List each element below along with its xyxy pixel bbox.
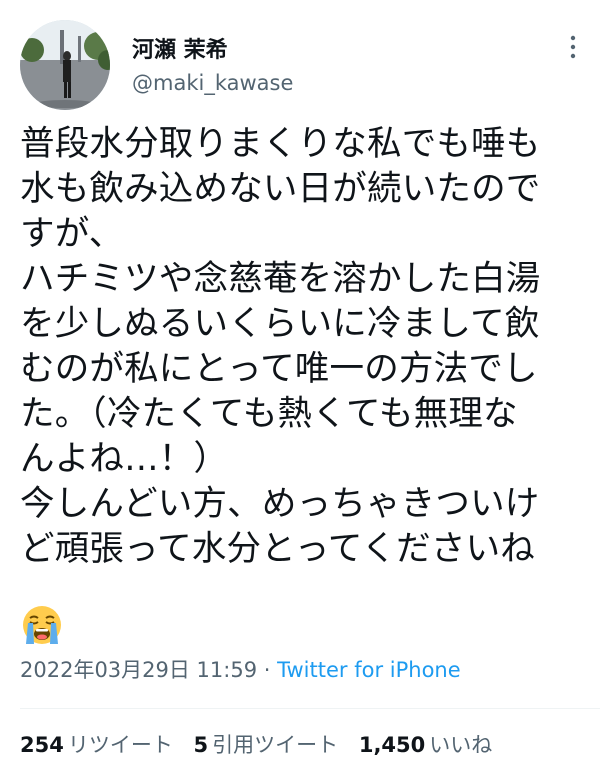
quotes-stat[interactable]: 5 引用ツイート bbox=[194, 729, 339, 759]
tweet-line: 水も飲み込めない日が続いたので bbox=[20, 169, 541, 209]
more-options-icon[interactable] bbox=[562, 32, 584, 62]
source-link[interactable]: Twitter for iPhone bbox=[277, 658, 461, 682]
tweet-line: を少しぬるいくらいに冷まして飲 bbox=[20, 304, 540, 344]
tweet-line: ど頑張って水分とってくださいね bbox=[20, 529, 535, 569]
meta-separator: · bbox=[263, 658, 271, 682]
tweet-stats: 254 リツイート 5 引用ツイート 1,450 いいね bbox=[20, 729, 506, 759]
tweet-text: 普段水分取りまくりな私でも唾も 水も飲み込めない日が続いたので すが、 ハチミツ… bbox=[20, 122, 590, 572]
retweets-count: 254 bbox=[20, 733, 64, 757]
tweet-line: 普段水分取りまくりな私でも唾も bbox=[20, 124, 541, 164]
timestamp[interactable]: 2022年03月29日 11:59 bbox=[20, 658, 257, 682]
quotes-count: 5 bbox=[193, 733, 209, 757]
display-name[interactable]: 河瀬 茉希 bbox=[132, 32, 228, 64]
likes-stat[interactable]: 1,450 いいね bbox=[359, 729, 492, 759]
tweet-line: 今しんどい方、めっちゃきついけ bbox=[20, 484, 540, 524]
quotes-label: 引用ツイート bbox=[212, 733, 339, 757]
tweet-meta: 2022年03月29日 11:59 · Twitter for iPhone bbox=[20, 654, 461, 684]
tweet-line: んよね…！） bbox=[20, 439, 229, 479]
tweet-line: た。（冷たくても熱くても無理な bbox=[20, 394, 518, 434]
divider bbox=[20, 708, 600, 709]
retweets-label: リツイート bbox=[67, 733, 173, 757]
tweet-line: むのが私にとって唯一の方法でし bbox=[20, 349, 538, 389]
tweet-line: すが、 bbox=[20, 214, 124, 254]
likes-count: 1,450 bbox=[358, 733, 426, 757]
loudly-crying-face-icon bbox=[20, 603, 64, 647]
retweets-stat[interactable]: 254 リツイート bbox=[20, 729, 173, 759]
avatar[interactable] bbox=[20, 20, 110, 110]
likes-label: いいね bbox=[429, 733, 493, 757]
tweet-line: ハチミツや念慈菴を溶かした白湯 bbox=[20, 259, 541, 299]
username[interactable]: @maki_kawase bbox=[132, 71, 293, 95]
